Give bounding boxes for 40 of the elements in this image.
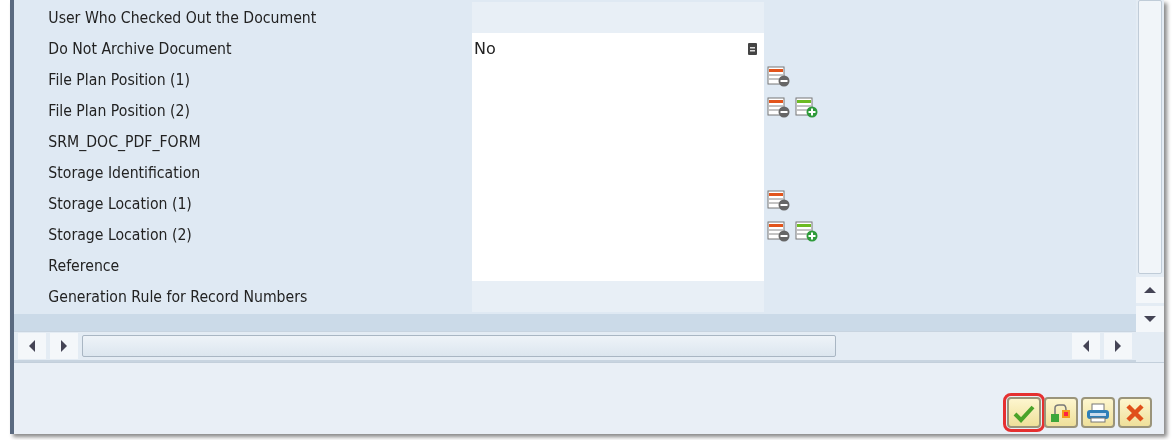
scroll-left-button[interactable] <box>1072 333 1100 360</box>
field-label: File Plan Position (1) <box>48 70 191 89</box>
add-row-icon[interactable] <box>795 97 819 119</box>
triangle-left-icon <box>1082 340 1090 353</box>
hierarchy-icon <box>1050 401 1072 424</box>
print-button[interactable] <box>1081 397 1115 428</box>
field-label: Storage Location (1) <box>48 194 192 213</box>
field-label: SRM_DOC_PDF_FORM <box>48 132 201 151</box>
field-label: User Who Checked Out the Document <box>48 8 317 27</box>
remove-row-icon[interactable] <box>767 66 791 88</box>
input-field[interactable] <box>472 250 764 281</box>
scroll-down-button[interactable] <box>1136 306 1164 332</box>
add-row-icon[interactable] <box>795 221 819 243</box>
field-value: No <box>474 39 496 58</box>
triangle-right-icon <box>60 340 68 353</box>
hierarchy-button[interactable] <box>1044 397 1078 428</box>
triangle-up-icon <box>1144 286 1156 294</box>
field-label: Generation Rule for Record Numbers <box>48 287 308 306</box>
printer-icon <box>1086 401 1110 424</box>
horizontal-scrollbar[interactable] <box>82 335 836 358</box>
field-label: Storage Identification <box>48 163 201 182</box>
input-field[interactable]: No <box>472 33 764 64</box>
value-help-icon[interactable] <box>747 41 758 56</box>
field-label: Storage Location (2) <box>48 225 192 244</box>
field-label: File Plan Position (2) <box>48 101 191 120</box>
triangle-left-icon <box>28 340 36 353</box>
cancel-button[interactable] <box>1118 397 1152 428</box>
close-icon <box>1125 402 1145 423</box>
remove-row-icon[interactable] <box>767 97 791 119</box>
scroll-up-button[interactable] <box>1136 277 1164 303</box>
triangle-right-icon <box>1114 340 1122 353</box>
field-label: Reference <box>48 256 120 275</box>
remove-row-icon[interactable] <box>767 221 791 243</box>
scroll-left-button[interactable] <box>18 333 46 360</box>
remove-row-icon[interactable] <box>767 190 791 212</box>
triangle-down-icon <box>1144 315 1156 323</box>
field-label: Do Not Archive Document <box>48 39 232 58</box>
vertical-scrollbar[interactable] <box>1138 0 1162 274</box>
scroll-right-button[interactable] <box>50 333 78 360</box>
scroll-right-button[interactable] <box>1104 333 1132 360</box>
